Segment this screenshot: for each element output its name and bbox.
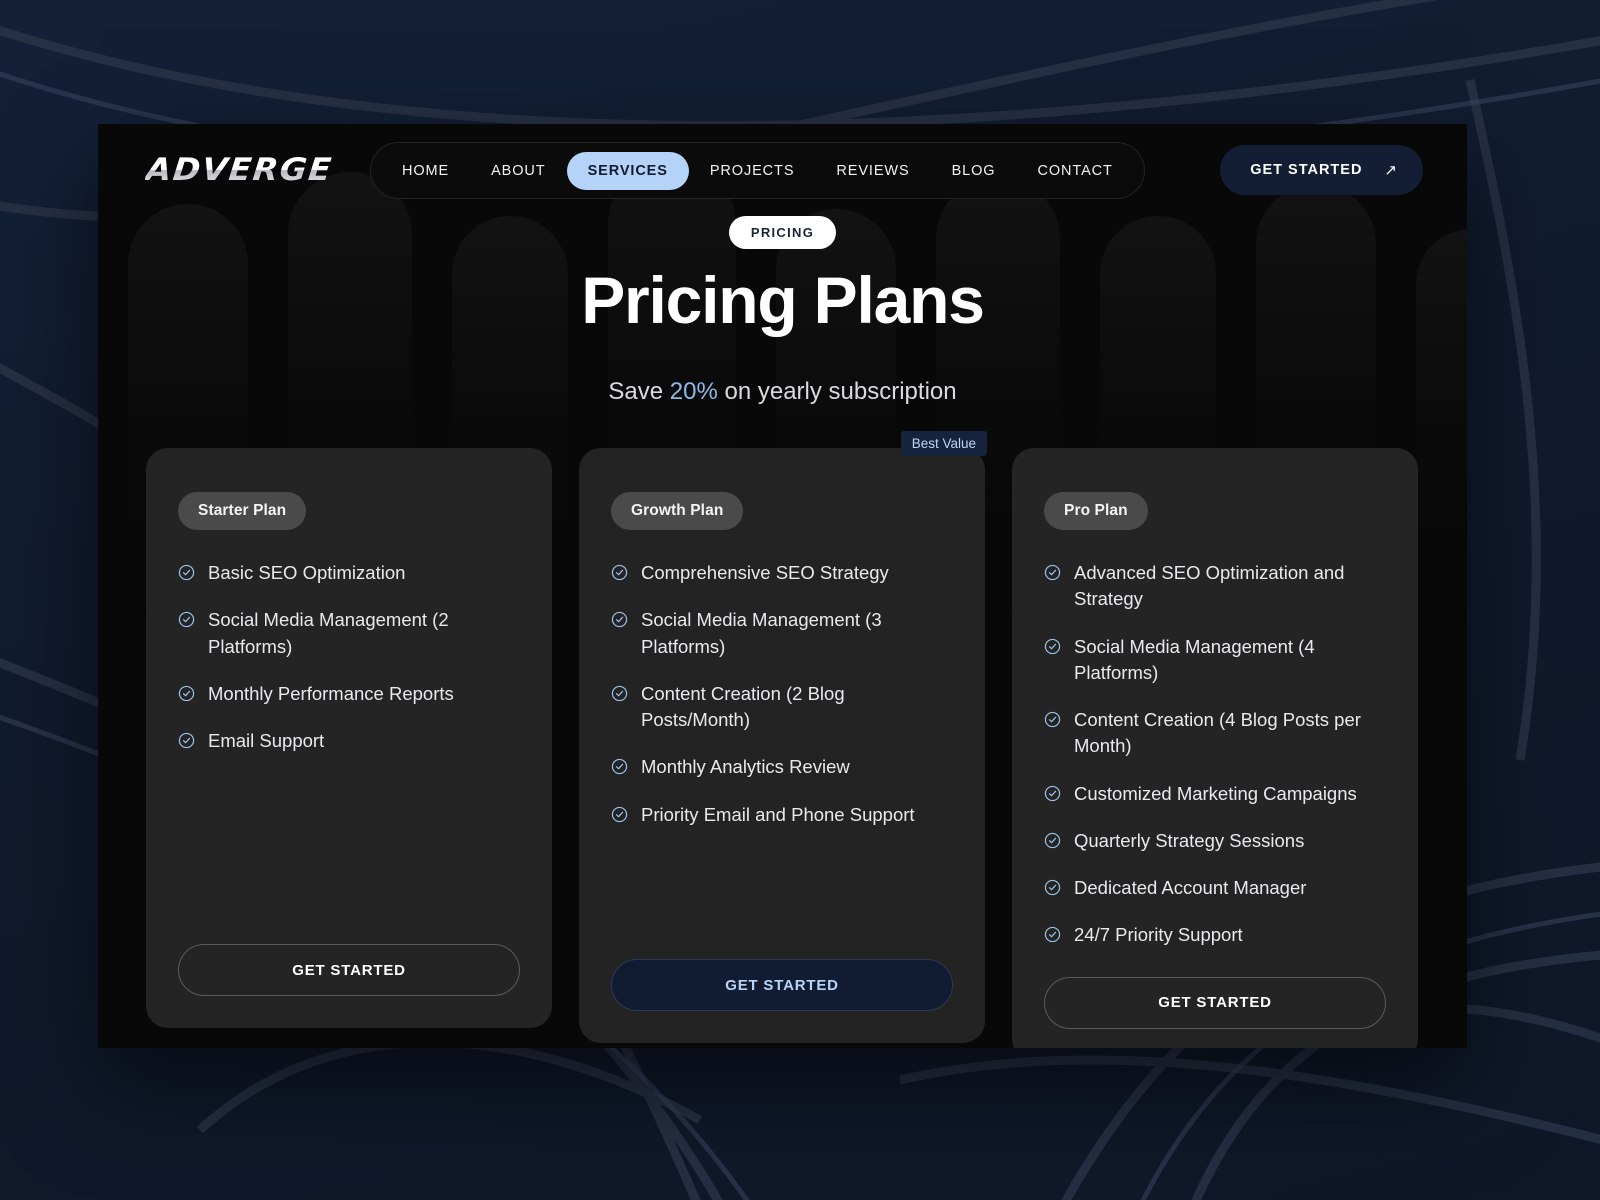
list-item: Content Creation (4 Blog Posts per Month… [1044,707,1386,760]
list-item: Quarterly Strategy Sessions [1044,828,1386,854]
feature-label: Priority Email and Phone Support [641,803,915,825]
pricing-card-growth: Best Value Growth Plan Comprehensive SEO… [579,431,987,1043]
list-item: Social Media Management (3 Platforms) [611,607,953,660]
check-circle-icon [1044,564,1061,581]
list-item: Monthly Performance Reports [178,681,520,707]
pricing-cards-row: Starter Plan Basic SEO Optimization Soci… [146,431,1419,1048]
list-item: Priority Email and Phone Support [611,802,953,828]
nav-item-reviews[interactable]: REVIEWS [815,152,930,190]
nav-item-about[interactable]: ABOUT [470,152,566,190]
feature-label: Customized Marketing Campaigns [1074,782,1357,804]
check-circle-icon [178,685,195,701]
check-circle-icon [611,759,628,775]
growth-get-started-button[interactable]: GET STARTED [611,959,953,1011]
pricing-badge: PRICING [728,216,837,249]
check-circle-icon [1044,832,1061,849]
check-circle-icon [1044,927,1061,943]
check-circle-icon [611,612,628,628]
check-circle-icon [178,564,195,581]
feature-label: Quarterly Strategy Sessions [1074,829,1305,851]
list-item: 24/7 Priority Support [1044,922,1386,948]
pro-get-started-button[interactable]: GET STARTED [1044,976,1386,1029]
header-get-started-button[interactable]: GET STARTED ↗ [1220,145,1423,195]
list-item: Basic SEO Optimization [178,560,520,586]
feature-label: Monthly Performance Reports [208,682,454,704]
main-navigation: HOME ABOUT SERVICES PROJECTS REVIEWS BLO… [370,142,1145,199]
check-circle-icon [611,564,628,581]
arrow-up-right-icon: ↗ [1384,161,1397,179]
list-item: Dedicated Account Manager [1044,875,1386,901]
feature-label: Monthly Analytics Review [641,756,850,778]
feature-label: Dedicated Account Manager [1074,877,1307,899]
check-circle-icon [1044,711,1061,728]
brand-logo[interactable]: ADVERGE [144,152,334,188]
feature-label: Social Media Management (2 Platforms) [208,609,449,657]
list-item: Monthly Analytics Review [611,754,953,780]
page-title: Pricing Plans [581,263,985,337]
check-circle-icon [611,806,628,822]
hero-subtitle-before: Save [608,378,670,406]
nav-item-services[interactable]: SERVICES [566,151,689,190]
header-get-started-label: GET STARTED [1250,162,1363,178]
app-panel: ADVERGE HOME ABOUT SERVICES PROJECTS REV… [98,124,1467,1048]
feature-label: Advanced SEO Optimization and Strategy [1074,562,1345,610]
feature-label: Content Creation (4 Blog Posts per Month… [1074,709,1361,757]
list-item: Social Media Management (4 Platforms) [1044,634,1386,687]
pricing-card-starter: Starter Plan Basic SEO Optimization Soci… [146,448,552,1028]
check-circle-icon [178,732,195,749]
site-header: ADVERGE HOME ABOUT SERVICES PROJECTS REV… [98,124,1467,216]
plan-name-growth: Growth Plan [611,492,744,530]
feature-list-pro: Advanced SEO Optimization and Strategy S… [1044,560,1386,949]
page-root: ADVERGE HOME ABOUT SERVICES PROJECTS REV… [0,0,1600,1200]
check-circle-icon [1044,879,1061,896]
feature-label: Email Support [208,730,325,752]
check-circle-icon [611,685,628,701]
pricing-card-pro: Pro Plan Advanced SEO Optimization and S… [1012,448,1418,1048]
check-circle-icon [1044,785,1061,801]
feature-label: Comprehensive SEO Strategy [641,562,889,583]
list-item: Email Support [178,728,520,754]
nav-item-blog[interactable]: BLOG [931,152,1017,190]
nav-item-home[interactable]: HOME [381,152,470,190]
starter-get-started-button[interactable]: GET STARTED [178,944,520,996]
hero-subtitle-after: on yearly subscription [717,378,957,406]
check-circle-icon [1044,638,1061,654]
feature-list-starter: Basic SEO Optimization Social Media Mana… [178,560,520,916]
plan-name-starter: Starter Plan [178,492,307,530]
check-circle-icon [178,612,195,628]
list-item: Customized Marketing Campaigns [1044,781,1386,807]
status-badge-best-value: Best Value [900,431,987,456]
feature-label: Social Media Management (4 Platforms) [1074,635,1315,683]
feature-label: 24/7 Priority Support [1074,924,1243,946]
list-item: Advanced SEO Optimization and Strategy [1044,560,1386,613]
list-item: Social Media Management (2 Platforms) [178,607,520,660]
nav-item-contact[interactable]: CONTACT [1016,152,1133,190]
feature-list-growth: Comprehensive SEO Strategy Social Media … [611,560,953,931]
feature-label: Basic SEO Optimization [208,562,406,583]
plan-name-pro: Pro Plan [1044,492,1148,530]
hero-subtitle-discount: 20% [669,378,718,406]
hero-section: PRICING Pricing Plans Save 20% on yearly… [98,216,1467,406]
feature-label: Content Creation (2 Blog Posts/Month) [641,682,845,731]
list-item: Content Creation (2 Blog Posts/Month) [611,681,953,734]
list-item: Comprehensive SEO Strategy [611,560,953,586]
hero-subtitle: Save 20% on yearly subscription [98,378,1467,406]
nav-item-projects[interactable]: PROJECTS [689,152,816,190]
feature-label: Social Media Management (3 Platforms) [641,609,882,657]
